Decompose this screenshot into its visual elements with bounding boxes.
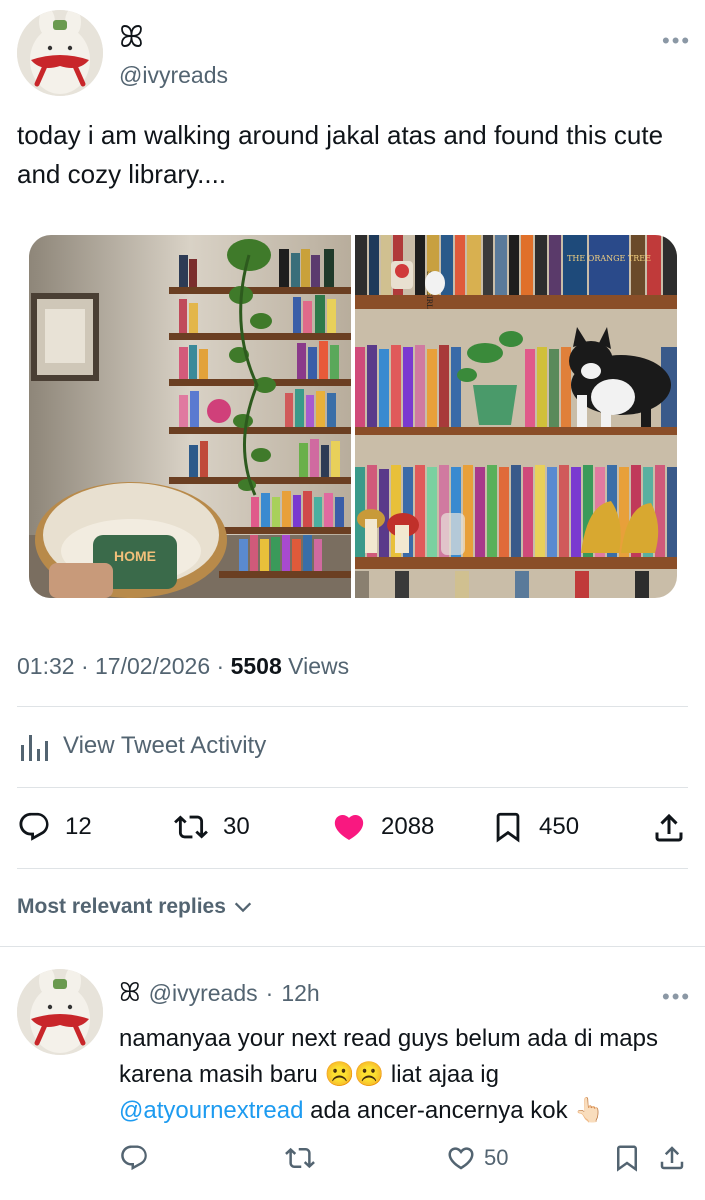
heart-filled-icon xyxy=(334,814,364,840)
avatar-image xyxy=(17,969,103,1055)
more-options-icon[interactable]: ••• xyxy=(662,28,691,54)
sad-face-emoji: ☹️☹️ xyxy=(324,1061,385,1088)
reply-text-part3: ada ancer-ancernya kok xyxy=(310,1097,568,1124)
divider xyxy=(17,706,688,707)
reply-share-button[interactable] xyxy=(657,1143,687,1178)
tweet-text: today i am walking around jakal atas and… xyxy=(17,120,664,189)
retweet-button[interactable]: 30 xyxy=(173,810,250,844)
meta-separator: · xyxy=(80,653,89,679)
reply-display-name[interactable]: ꕤ xyxy=(119,978,141,1009)
view-tweet-activity-label: View Tweet Activity xyxy=(63,732,267,759)
reply-button[interactable]: 12 xyxy=(17,810,92,844)
bookmark-icon xyxy=(496,812,520,843)
photo-reading-nook: HOME xyxy=(29,235,351,598)
divider xyxy=(17,787,688,788)
author-avatar[interactable] xyxy=(17,10,103,96)
divider xyxy=(0,946,705,947)
bookmark-icon xyxy=(617,1145,637,1172)
like-count: 2088 xyxy=(381,813,435,840)
reply-author-avatar[interactable] xyxy=(17,969,103,1055)
like-button[interactable]: 2088 xyxy=(331,810,434,844)
reply-count: 12 xyxy=(65,813,92,840)
svg-text:HOME: HOME xyxy=(114,548,156,564)
replies-sort-label: Most relevant replies xyxy=(17,895,226,918)
reply-text-part1: namanyaa your next read guys belum ada d… xyxy=(119,1025,658,1088)
share-button[interactable] xyxy=(651,810,687,851)
meta-separator: · xyxy=(216,653,225,679)
tweet-time[interactable]: 01:32 xyxy=(17,653,75,679)
author-handle[interactable]: @ivyreads xyxy=(119,62,228,89)
share-icon xyxy=(660,1146,684,1170)
tweet-media-grid[interactable]: HOME THE ORANGE TREE xyxy=(29,235,677,598)
reply-separator: · xyxy=(265,980,274,1006)
reply-like-button[interactable]: 50 xyxy=(446,1143,508,1173)
retweet-icon xyxy=(174,815,208,839)
pointing-up-emoji: 👆🏻 xyxy=(574,1097,605,1124)
reply-icon xyxy=(19,812,49,841)
divider xyxy=(17,868,688,869)
reply-retweet-button[interactable] xyxy=(284,1143,316,1178)
analytics-icon xyxy=(21,735,48,761)
reply-reply-button[interactable] xyxy=(119,1143,149,1178)
photo-bookshelf-cat: STARGIRL THE ORANGE TREE xyxy=(355,235,677,598)
reply-like-count: 50 xyxy=(484,1145,509,1170)
book-label-orange-tree: THE ORANGE TREE xyxy=(567,254,651,263)
view-tweet-activity[interactable]: View Tweet Activity xyxy=(17,729,266,763)
tweet-meta: 01:32 · 17/02/2026 · 5508 Views xyxy=(17,653,349,680)
mention-link[interactable]: @atyournextread xyxy=(119,1097,303,1124)
reply-header: ꕤ @ivyreads · 12h xyxy=(119,978,320,1009)
tweet-photo-reading-nook[interactable]: HOME xyxy=(29,235,351,598)
author-display-name[interactable]: ꕤ xyxy=(119,20,144,55)
reply-handle[interactable]: @ivyreads xyxy=(149,980,258,1007)
retweet-icon xyxy=(285,1147,315,1169)
tweet-date[interactable]: 17/02/2026 xyxy=(95,653,210,679)
share-icon xyxy=(655,813,683,842)
views-label: Views xyxy=(288,653,350,679)
reply-bookmark-button[interactable] xyxy=(612,1143,642,1178)
bookmark-button[interactable]: 450 xyxy=(491,810,579,844)
chevron-down-icon xyxy=(234,902,252,913)
reply-age[interactable]: 12h xyxy=(281,980,319,1007)
heart-outline-icon xyxy=(448,1147,474,1170)
reply-text-part2: liat ajaa ig xyxy=(390,1061,499,1088)
retweet-count: 30 xyxy=(223,813,250,840)
reply-more-options-icon[interactable]: ••• xyxy=(662,984,691,1010)
tweet-photo-bookshelf-cat[interactable]: STARGIRL THE ORANGE TREE xyxy=(355,235,677,598)
avatar-image xyxy=(17,10,103,96)
reply-icon xyxy=(121,1145,147,1171)
reply-text: namanyaa your next read guys belum ada d… xyxy=(119,1021,679,1129)
views-count: 5508 xyxy=(230,653,282,679)
replies-sort-dropdown[interactable]: Most relevant replies xyxy=(17,895,254,919)
bookmark-count: 450 xyxy=(539,813,580,840)
